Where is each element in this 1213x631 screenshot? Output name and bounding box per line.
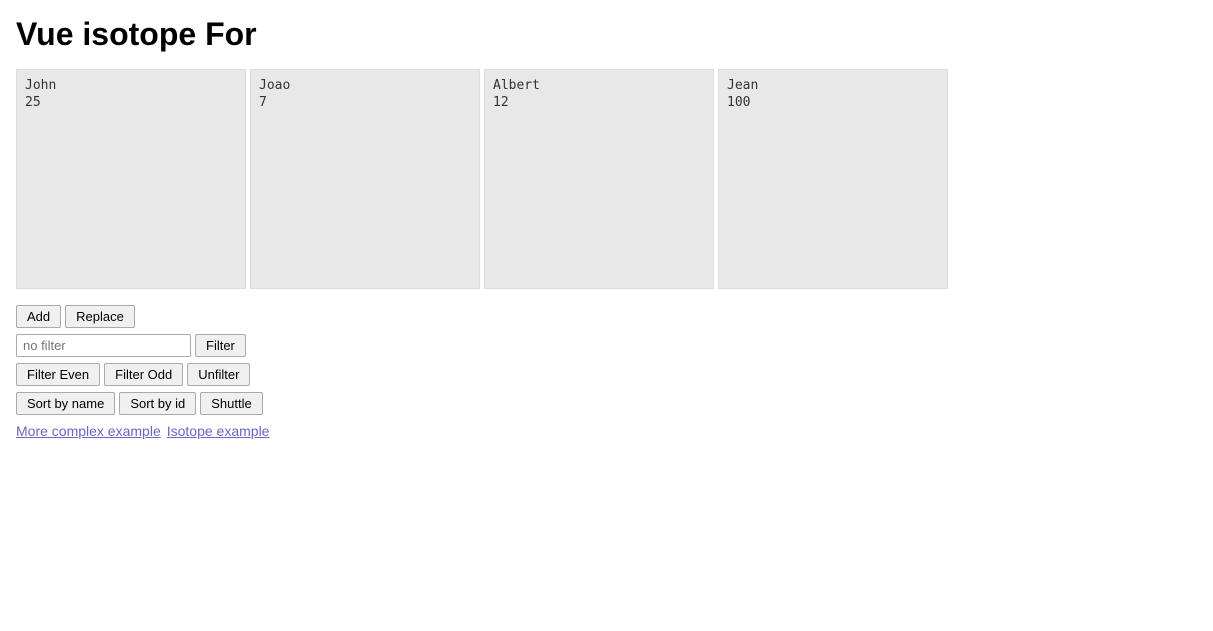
sort-buttons-row: Sort by name Sort by id Shuttle [16,392,263,415]
nav-link[interactable]: Isotope example [167,423,270,439]
shuttle-button[interactable]: Shuttle [200,392,262,415]
card: Joao 7 [250,69,480,289]
sort-by-id-button[interactable]: Sort by id [119,392,196,415]
card-name: Jean [727,78,939,93]
card-id: 7 [259,95,471,110]
filter-button[interactable]: Filter [195,334,246,357]
card-name: Joao [259,78,471,93]
filter-input-row: Filter [16,334,246,357]
unfilter-button[interactable]: Unfilter [187,363,250,386]
page-title: Vue isotope For [16,16,1197,53]
card: Albert 12 [484,69,714,289]
filter-input[interactable] [16,334,191,357]
filter-buttons-row: Filter Even Filter Odd Unfilter [16,363,250,386]
nav-link[interactable]: More complex example [16,423,161,439]
cards-container: John 25 Joao 7 Albert 12 Jean 100 [16,69,1197,289]
controls-section: Add Replace Filter Filter Even Filter Od… [16,305,1197,439]
card: Jean 100 [718,69,948,289]
add-button[interactable]: Add [16,305,61,328]
card-name: John [25,78,237,93]
replace-button[interactable]: Replace [65,305,135,328]
card-id: 12 [493,95,705,110]
card-id: 100 [727,95,939,110]
card-name: Albert [493,78,705,93]
links-row: More complex example Isotope example [16,423,269,439]
card-id: 25 [25,95,237,110]
card: John 25 [16,69,246,289]
add-replace-row: Add Replace [16,305,135,328]
sort-by-name-button[interactable]: Sort by name [16,392,115,415]
filter-even-button[interactable]: Filter Even [16,363,100,386]
filter-odd-button[interactable]: Filter Odd [104,363,183,386]
